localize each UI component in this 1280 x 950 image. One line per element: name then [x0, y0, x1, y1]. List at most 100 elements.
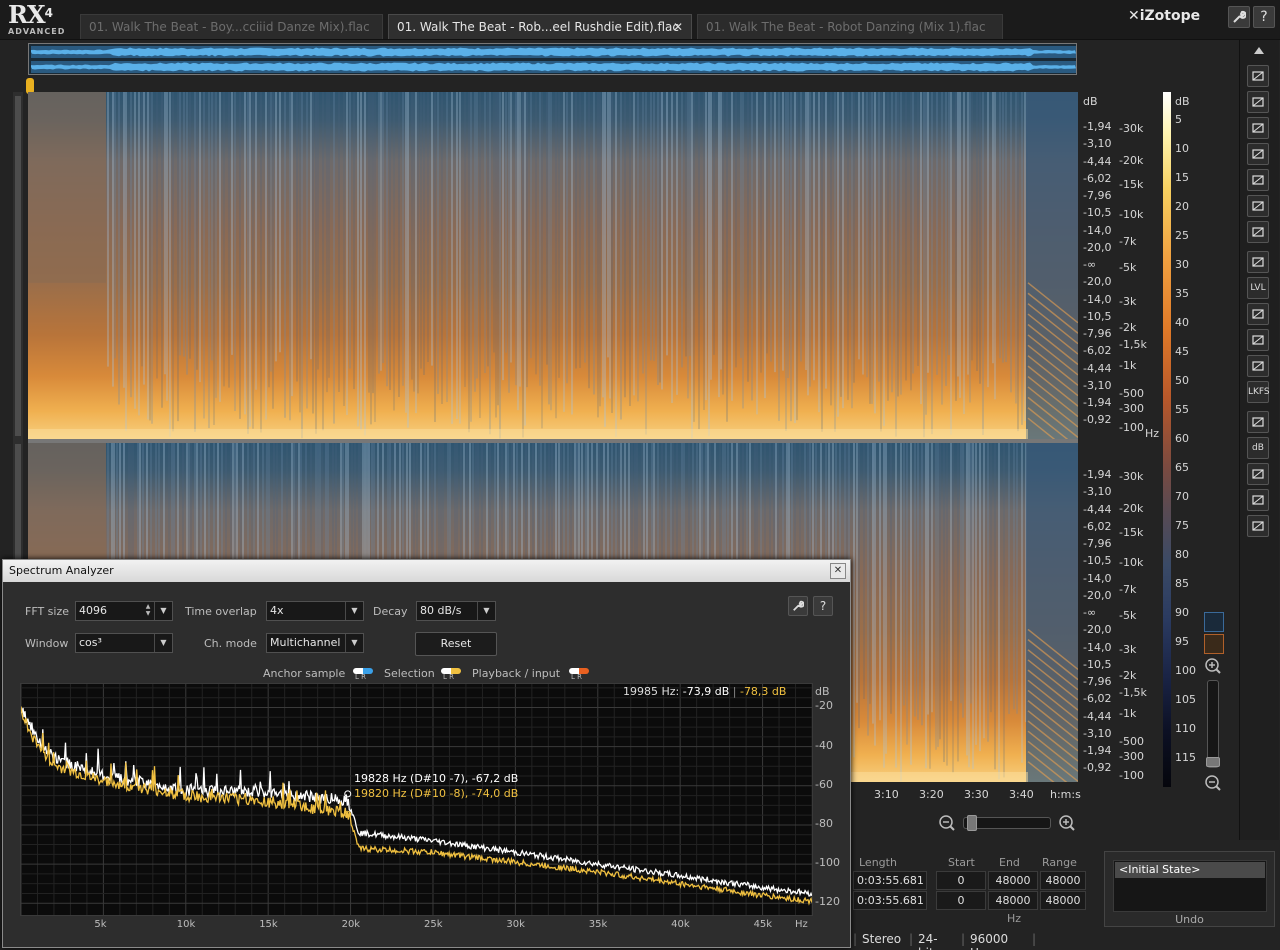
tab-label: 01. Walk The Beat - Boy...cciiid Danze M… [89, 20, 370, 34]
spectral-repair-icon[interactable] [1247, 169, 1269, 191]
undo-list[interactable]: <Initial State> [1113, 860, 1267, 912]
curve-icon[interactable] [1247, 463, 1269, 485]
spectrogram-channel-l[interactable] [28, 92, 1078, 439]
db-tick: -7,96 [1083, 537, 1112, 550]
spectrogram-view-icon[interactable] [1204, 634, 1224, 654]
db-tick: -∞ [1083, 606, 1097, 619]
ambience-icon[interactable] [1247, 329, 1269, 351]
chevron-down-icon[interactable]: ▼ [345, 634, 363, 652]
colorbar-tick: 5 [1175, 113, 1182, 126]
help-button[interactable]: ? [1253, 6, 1275, 28]
start-value[interactable]: 0 [936, 871, 986, 890]
zoom-slider[interactable] [963, 815, 1051, 831]
db-tick: -6,02 [1083, 171, 1112, 185]
length-value[interactable]: 0:03:55.681 [853, 891, 927, 910]
window-title-bar[interactable]: Spectrum Analyzer [3, 560, 850, 582]
length-value[interactable]: 0:03:55.681 [853, 871, 927, 890]
declick-icon[interactable] [1247, 117, 1269, 139]
channel-icon[interactable] [1247, 515, 1269, 537]
colorbar-tick: 10 [1175, 142, 1189, 155]
close-icon[interactable]: ✕ [830, 563, 846, 579]
db-icon[interactable]: dB [1247, 437, 1269, 459]
undo-title: Undo [1175, 913, 1204, 926]
file-tab-2[interactable]: 01. Walk The Beat - Rob...eel Rushdie Ed… [388, 14, 692, 39]
range-value[interactable]: 48000 [1040, 891, 1086, 910]
vertical-zoom-slider[interactable] [1206, 680, 1220, 768]
wrench-icon[interactable] [1228, 6, 1250, 28]
start-header: Start [948, 856, 975, 869]
hz-tick: -500 [1119, 387, 1144, 400]
chevron-down-icon[interactable]: ▼ [154, 602, 172, 620]
window-select[interactable]: cos³ ▼ [75, 633, 173, 653]
time-overlap-value: 4x [270, 604, 284, 617]
hum-icon[interactable] [1247, 303, 1269, 325]
range-value[interactable]: 48000 [1040, 871, 1086, 890]
colorbar-tick: 75 [1175, 519, 1189, 532]
hz-tick: -3k [1119, 295, 1137, 308]
legend-swatch-selection: L R [441, 668, 461, 681]
colorbar-tick: 55 [1175, 403, 1189, 416]
legend-swatch-playback: L R [569, 668, 589, 681]
colorbar-tick: 45 [1175, 345, 1189, 358]
chevron-down-icon[interactable]: ▼ [345, 602, 363, 620]
logo-version: 4 [44, 6, 53, 20]
zoom-in-icon[interactable] [1058, 814, 1076, 832]
status-samplerate: 96000 Hz [970, 932, 1009, 950]
time-pitch-icon[interactable] [1247, 355, 1269, 377]
close-icon[interactable]: ✕ [673, 15, 683, 39]
gain-icon[interactable] [1247, 251, 1269, 273]
decay-select[interactable]: 80 dB/s ▼ [416, 601, 496, 621]
time-overlap-select[interactable]: 4x ▼ [266, 601, 364, 621]
help-button[interactable]: ? [813, 596, 833, 616]
end-value[interactable]: 48000 [988, 871, 1038, 890]
zoom-out-icon[interactable] [938, 814, 956, 832]
channel-bar-l[interactable] [15, 96, 21, 436]
declip-icon[interactable] [1247, 91, 1269, 113]
undo-item[interactable]: <Initial State> [1115, 862, 1265, 878]
denoise-icon[interactable] [1247, 195, 1269, 217]
ch-mode-select[interactable]: Multichannel ▼ [266, 633, 364, 653]
spectrum-plot[interactable]: 19828 Hz (D#10 -7), -67,2 dB 19820 Hz (D… [20, 683, 813, 916]
overview-waveform[interactable] [28, 43, 1077, 75]
deconstruct-icon[interactable] [1247, 65, 1269, 87]
readout-right: -78,3 dB [739, 685, 787, 698]
y-tick-label: -20 [815, 699, 833, 713]
decrackle-icon[interactable] [1247, 143, 1269, 165]
colorbar-tick: 15 [1175, 171, 1189, 184]
plugin-icon[interactable] [1247, 411, 1269, 433]
zoom-in-vertical-icon[interactable] [1204, 657, 1222, 675]
stepper-icon[interactable]: ▲ ▼ [142, 603, 154, 619]
hz-tick: -7k [1119, 235, 1137, 248]
db-tick: -3,10 [1083, 726, 1112, 740]
reset-button[interactable]: Reset [415, 632, 497, 656]
zoom-slider-thumb[interactable] [967, 815, 977, 831]
legend-playback: Playback / input [472, 667, 561, 680]
file-tab-3[interactable]: 01. Walk The Beat - Robot Danzing (Mix 1… [697, 14, 1003, 39]
fft-size-select[interactable]: 4096 ▲ ▼ ▼ [75, 601, 173, 621]
db-tick: -10,5 [1083, 657, 1112, 671]
db-tick: -4,44 [1083, 154, 1112, 168]
file-tab-1[interactable]: 01. Walk The Beat - Boy...cciiid Danze M… [80, 14, 383, 39]
colorbar-unit: dB [1175, 95, 1190, 108]
chevron-down-icon[interactable]: ▼ [477, 602, 495, 620]
hz-tick: -5k [1119, 261, 1137, 274]
colorbar-tick: 90 [1175, 606, 1189, 619]
y-tick-label: -80 [815, 816, 833, 830]
waveform-view-icon[interactable] [1204, 612, 1224, 632]
db-tick: -4,44 [1083, 502, 1112, 516]
dereverb-icon[interactable] [1247, 221, 1269, 243]
lkfs-icon[interactable]: LKFS [1247, 381, 1270, 403]
eq-icon[interactable]: LVL [1247, 277, 1269, 299]
fft-size-label: FFT size [25, 605, 70, 618]
chevron-down-icon[interactable]: ▼ [154, 634, 172, 652]
end-value[interactable]: 48000 [988, 891, 1038, 910]
time-axis: 3:10 3:20 3:30 3:40 h:m:s [848, 788, 1081, 804]
zoom-out-vertical-icon[interactable] [1204, 774, 1222, 792]
merge-icon[interactable] [1247, 489, 1269, 511]
db-tick: -20,0 [1083, 240, 1112, 254]
wrench-icon[interactable] [788, 596, 808, 616]
collapse-arrow-icon[interactable] [1252, 43, 1266, 57]
start-value[interactable]: 0 [936, 891, 986, 910]
hz-tick: -1k [1119, 707, 1137, 720]
vertical-zoom-thumb[interactable] [1206, 757, 1220, 767]
